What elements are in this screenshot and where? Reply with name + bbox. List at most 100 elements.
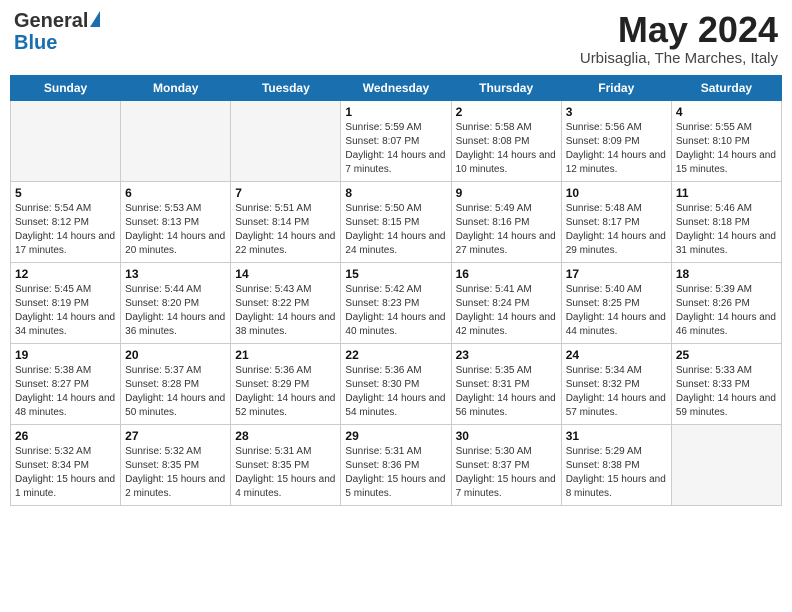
location-title: Urbisaglia, The Marches, Italy — [580, 50, 778, 67]
day-detail: Sunrise: 5:44 AMSunset: 8:20 PMDaylight:… — [125, 283, 226, 339]
calendar-cell: 24Sunrise: 5:34 AMSunset: 8:32 PMDayligh… — [561, 343, 671, 424]
calendar-cell: 13Sunrise: 5:44 AMSunset: 8:20 PMDayligh… — [121, 262, 231, 343]
day-number: 7 — [235, 186, 336, 200]
day-detail: Sunrise: 5:55 AMSunset: 8:10 PMDaylight:… — [676, 121, 777, 177]
calendar-cell: 8Sunrise: 5:50 AMSunset: 8:15 PMDaylight… — [341, 181, 451, 262]
calendar-header-row: SundayMondayTuesdayWednesdayThursdayFrid… — [11, 75, 782, 100]
calendar-week-4: 26Sunrise: 5:32 AMSunset: 8:34 PMDayligh… — [11, 424, 782, 505]
day-number: 23 — [456, 348, 557, 362]
day-number: 31 — [566, 429, 667, 443]
page-header: General Blue May 2024 Urbisaglia, The Ma… — [10, 10, 782, 67]
day-number: 19 — [15, 348, 116, 362]
day-number: 1 — [345, 105, 446, 119]
day-detail: Sunrise: 5:35 AMSunset: 8:31 PMDaylight:… — [456, 364, 557, 420]
day-number: 20 — [125, 348, 226, 362]
day-number: 9 — [456, 186, 557, 200]
day-detail: Sunrise: 5:46 AMSunset: 8:18 PMDaylight:… — [676, 202, 777, 258]
day-number: 18 — [676, 267, 777, 281]
calendar-cell: 3 Sunrise: 5:56 AMSunset: 8:09 PMDaylight… — [561, 100, 671, 181]
day-detail: Sunrise: 5:36 AMSunset: 8:30 PMDaylight:… — [345, 364, 446, 420]
day-detail: Sunrise: 5:59 AMSunset: 8:07 PMDaylight:… — [345, 121, 446, 177]
column-header-sunday: Sunday — [11, 75, 121, 100]
calendar-cell: 1 Sunrise: 5:59 AMSunset: 8:07 PMDaylight… — [341, 100, 451, 181]
column-header-monday: Monday — [121, 75, 231, 100]
column-header-tuesday: Tuesday — [231, 75, 341, 100]
day-number: 27 — [125, 429, 226, 443]
day-detail: Sunrise: 5:49 AMSunset: 8:16 PMDaylight:… — [456, 202, 557, 258]
day-number: 24 — [566, 348, 667, 362]
calendar-cell — [231, 100, 341, 181]
calendar-cell: 9 Sunrise: 5:49 AMSunset: 8:16 PMDaylight… — [451, 181, 561, 262]
calendar-cell: 16 Sunrise: 5:41 AMSunset: 8:24 PMDayligh… — [451, 262, 561, 343]
day-number: 22 — [345, 348, 446, 362]
calendar-table: SundayMondayTuesdayWednesdayThursdayFrid… — [10, 75, 782, 506]
calendar-week-1: 5Sunrise: 5:54 AMSunset: 8:12 PMDaylight… — [11, 181, 782, 262]
day-number: 16 — [456, 267, 557, 281]
calendar-cell — [11, 100, 121, 181]
day-number: 17 — [566, 267, 667, 281]
column-header-wednesday: Wednesday — [341, 75, 451, 100]
day-number: 4 — [676, 105, 777, 119]
day-detail: Sunrise: 5:50 AMSunset: 8:15 PMDaylight:… — [345, 202, 446, 258]
day-number: 11 — [676, 186, 777, 200]
calendar-body: 1 Sunrise: 5:59 AMSunset: 8:07 PMDaylight… — [11, 100, 782, 505]
calendar-cell: 25 Sunrise: 5:33 AMSunset: 8:33 PMDayligh… — [671, 343, 781, 424]
day-number: 15 — [345, 267, 446, 281]
day-number: 10 — [566, 186, 667, 200]
day-number: 2 — [456, 105, 557, 119]
logo-blue: Blue — [14, 32, 57, 54]
day-number: 3 — [566, 105, 667, 119]
column-header-thursday: Thursday — [451, 75, 561, 100]
calendar-cell: 22 Sunrise: 5:36 AMSunset: 8:30 PMDayligh… — [341, 343, 451, 424]
day-number: 25 — [676, 348, 777, 362]
calendar-cell: 2 Sunrise: 5:58 AMSunset: 8:08 PMDaylight… — [451, 100, 561, 181]
day-number: 21 — [235, 348, 336, 362]
calendar-cell — [671, 424, 781, 505]
day-detail: Sunrise: 5:31 AMSunset: 8:35 PMDaylight:… — [235, 445, 336, 501]
calendar-cell: 19 Sunrise: 5:38 AMSunset: 8:27 PMDayligh… — [11, 343, 121, 424]
calendar-cell: 30Sunrise: 5:30 AMSunset: 8:37 PMDayligh… — [451, 424, 561, 505]
day-detail: Sunrise: 5:42 AMSunset: 8:23 PMDaylight:… — [345, 283, 446, 339]
logo: General Blue — [14, 10, 100, 54]
calendar-cell: 17 Sunrise: 5:40 AMSunset: 8:25 PMDayligh… — [561, 262, 671, 343]
day-detail: Sunrise: 5:29 AMSunset: 8:38 PMDaylight:… — [566, 445, 667, 501]
day-detail: Sunrise: 5:48 AMSunset: 8:17 PMDaylight:… — [566, 202, 667, 258]
day-detail: Sunrise: 5:36 AMSunset: 8:29 PMDaylight:… — [235, 364, 336, 420]
day-detail: Sunrise: 5:41 AMSunset: 8:24 PMDaylight:… — [456, 283, 557, 339]
day-detail: Sunrise: 5:40 AMSunset: 8:25 PMDaylight:… — [566, 283, 667, 339]
day-detail: Sunrise: 5:54 AMSunset: 8:12 PMDaylight:… — [15, 202, 116, 258]
day-detail: Sunrise: 5:53 AMSunset: 8:13 PMDaylight:… — [125, 202, 226, 258]
calendar-week-2: 12Sunrise: 5:45 AMSunset: 8:19 PMDayligh… — [11, 262, 782, 343]
day-number: 30 — [456, 429, 557, 443]
day-detail: Sunrise: 5:37 AMSunset: 8:28 PMDaylight:… — [125, 364, 226, 420]
day-number: 29 — [345, 429, 446, 443]
calendar-cell: 11 Sunrise: 5:46 AMSunset: 8:18 PMDayligh… — [671, 181, 781, 262]
logo-triangle-icon — [90, 11, 100, 27]
calendar-cell: 20 Sunrise: 5:37 AMSunset: 8:28 PMDayligh… — [121, 343, 231, 424]
day-detail: Sunrise: 5:56 AMSunset: 8:09 PMDaylight:… — [566, 121, 667, 177]
day-number: 14 — [235, 267, 336, 281]
calendar-cell: 29 Sunrise: 5:31 AMSunset: 8:36 PMDayligh… — [341, 424, 451, 505]
column-header-friday: Friday — [561, 75, 671, 100]
calendar-cell: 12Sunrise: 5:45 AMSunset: 8:19 PMDayligh… — [11, 262, 121, 343]
day-detail: Sunrise: 5:45 AMSunset: 8:19 PMDaylight:… — [15, 283, 116, 339]
day-number: 28 — [235, 429, 336, 443]
calendar-cell: 5Sunrise: 5:54 AMSunset: 8:12 PMDaylight… — [11, 181, 121, 262]
calendar-cell: 27 Sunrise: 5:32 AMSunset: 8:35 PMDayligh… — [121, 424, 231, 505]
day-detail: Sunrise: 5:51 AMSunset: 8:14 PMDaylight:… — [235, 202, 336, 258]
day-detail: Sunrise: 5:32 AMSunset: 8:34 PMDaylight:… — [15, 445, 116, 501]
calendar-cell: 18 Sunrise: 5:39 AMSunset: 8:26 PMDayligh… — [671, 262, 781, 343]
title-block: May 2024 Urbisaglia, The Marches, Italy — [580, 10, 778, 67]
calendar-cell: 15 Sunrise: 5:42 AMSunset: 8:23 PMDayligh… — [341, 262, 451, 343]
calendar-cell: 21 Sunrise: 5:36 AMSunset: 8:29 PMDayligh… — [231, 343, 341, 424]
day-detail: Sunrise: 5:33 AMSunset: 8:33 PMDaylight:… — [676, 364, 777, 420]
day-detail: Sunrise: 5:31 AMSunset: 8:36 PMDaylight:… — [345, 445, 446, 501]
day-detail: Sunrise: 5:32 AMSunset: 8:35 PMDaylight:… — [125, 445, 226, 501]
day-detail: Sunrise: 5:58 AMSunset: 8:08 PMDaylight:… — [456, 121, 557, 177]
calendar-cell: 31 Sunrise: 5:29 AMSunset: 8:38 PMDayligh… — [561, 424, 671, 505]
calendar-cell: 10 Sunrise: 5:48 AMSunset: 8:17 PMDayligh… — [561, 181, 671, 262]
day-detail: Sunrise: 5:39 AMSunset: 8:26 PMDaylight:… — [676, 283, 777, 339]
calendar-cell: 28 Sunrise: 5:31 AMSunset: 8:35 PMDayligh… — [231, 424, 341, 505]
day-detail: Sunrise: 5:38 AMSunset: 8:27 PMDaylight:… — [15, 364, 116, 420]
month-title: May 2024 — [580, 10, 778, 50]
